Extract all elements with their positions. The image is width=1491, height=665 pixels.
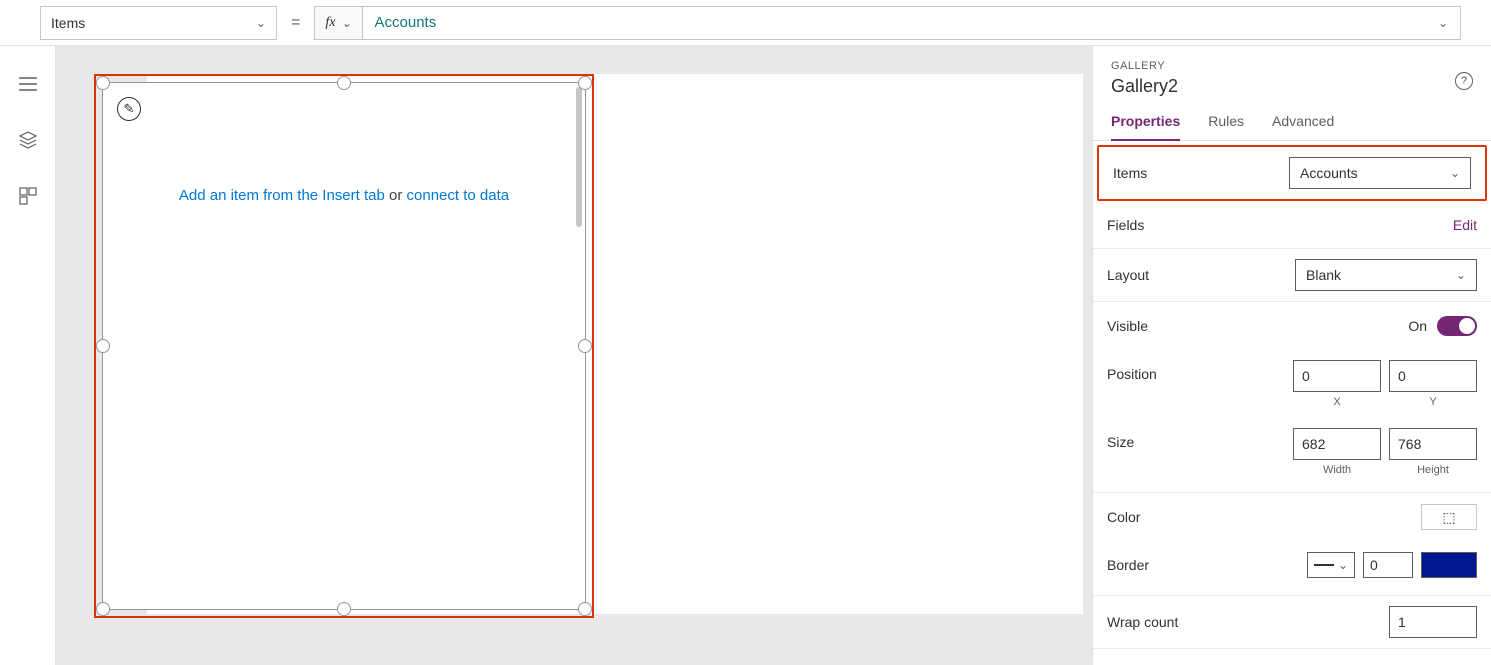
panel-tabs: Properties Rules Advanced	[1093, 97, 1491, 141]
border-color-picker[interactable]	[1421, 552, 1477, 578]
wrap-value: 1	[1398, 614, 1406, 630]
position-row: Position 0 X 0 Y	[1093, 350, 1491, 418]
tab-advanced[interactable]: Advanced	[1272, 113, 1334, 140]
fields-label: Fields	[1107, 217, 1144, 233]
border-style-dropdown[interactable]: ⌄	[1307, 552, 1355, 578]
size-height-input[interactable]: 768	[1389, 428, 1477, 460]
paint-bucket-icon: ⬚	[1442, 509, 1455, 526]
position-inputs: 0 X 0 Y	[1293, 360, 1477, 408]
items-value: Accounts	[1300, 165, 1358, 181]
color-picker[interactable]: ⬚	[1421, 504, 1477, 530]
size-row: Size 682 Width 768 Height	[1093, 418, 1491, 486]
hamburger-icon[interactable]	[18, 74, 38, 94]
chevron-down-icon: ⌄	[1438, 16, 1448, 30]
color-section: Color ⬚ Border ⌄ 0	[1093, 493, 1491, 596]
chevron-down-icon: ⌄	[1338, 558, 1348, 572]
border-line-icon	[1314, 564, 1334, 566]
visible-row: Visible On	[1093, 302, 1491, 350]
resize-handle[interactable]	[337, 76, 351, 90]
canvas-area[interactable]: ✎ Add an item from the Insert tab or con…	[56, 46, 1092, 665]
chevron-down-icon: ⌄	[1450, 166, 1460, 180]
size-h-value: 768	[1398, 436, 1421, 452]
resize-handle[interactable]	[337, 602, 351, 616]
visible-label: Visible	[1107, 318, 1148, 334]
resize-handle[interactable]	[96, 602, 110, 616]
fields-edit-link[interactable]: Edit	[1453, 217, 1477, 233]
visible-toggle-wrap: On	[1408, 316, 1477, 336]
equals-sign: =	[291, 14, 300, 32]
position-y-value: 0	[1398, 368, 1406, 384]
resize-handle[interactable]	[96, 339, 110, 353]
border-width-value: 0	[1370, 557, 1378, 573]
items-row: Items Accounts ⌄	[1097, 145, 1487, 201]
visible-state: On	[1408, 318, 1427, 334]
wrap-label: Wrap count	[1107, 614, 1178, 630]
wrap-row: Wrap count 1	[1093, 596, 1491, 649]
property-label: Items	[51, 15, 85, 31]
formula-bar: Items ⌄ = fx ⌄ Accounts ⌄	[0, 0, 1491, 46]
edit-pencil-icon[interactable]: ✎	[117, 97, 141, 121]
wrap-count-input[interactable]: 1	[1389, 606, 1477, 638]
chevron-down-icon: ⌄	[1456, 268, 1466, 282]
insert-link[interactable]: Add an item from the Insert tab	[179, 187, 385, 204]
help-icon[interactable]: ?	[1455, 72, 1473, 90]
layout-dropdown[interactable]: Blank ⌄	[1295, 259, 1477, 291]
control-type: GALLERY	[1111, 60, 1473, 72]
layers-icon[interactable]	[18, 130, 38, 150]
position-label: Position	[1107, 360, 1157, 382]
gallery-scrollbar[interactable]	[576, 87, 582, 227]
resize-handle[interactable]	[96, 76, 110, 90]
resize-handle[interactable]	[578, 339, 592, 353]
formula-input[interactable]: Accounts ⌄	[362, 6, 1461, 40]
toggle-knob	[1459, 318, 1475, 334]
control-name[interactable]: Gallery2	[1111, 76, 1473, 97]
layout-value: Blank	[1306, 267, 1341, 283]
panel-header: GALLERY Gallery2 ?	[1093, 46, 1491, 97]
chevron-down-icon: ⌄	[256, 16, 266, 30]
border-row: Border ⌄ 0	[1093, 541, 1491, 589]
resize-handle[interactable]	[578, 76, 592, 90]
position-x-value: 0	[1302, 368, 1310, 384]
items-dropdown[interactable]: Accounts ⌄	[1289, 157, 1471, 189]
left-rail	[0, 46, 56, 665]
layout-label: Layout	[1107, 267, 1149, 283]
position-x-input[interactable]: 0	[1293, 360, 1381, 392]
components-icon[interactable]	[18, 186, 38, 206]
height-sublabel: Height	[1417, 464, 1449, 476]
formula-value: Accounts	[375, 14, 437, 31]
gallery-empty-message: Add an item from the Insert tab or conne…	[103, 187, 585, 204]
width-sublabel: Width	[1323, 464, 1351, 476]
size-inputs: 682 Width 768 Height	[1293, 428, 1477, 476]
fields-row: Fields Edit	[1093, 201, 1491, 249]
gallery-selection[interactable]: ✎ Add an item from the Insert tab or con…	[94, 74, 594, 618]
visibility-section: Visible On Position 0 X 0 Y	[1093, 302, 1491, 493]
resize-handle[interactable]	[578, 602, 592, 616]
chevron-down-icon: ⌄	[341, 16, 351, 30]
size-label: Size	[1107, 428, 1134, 450]
items-label: Items	[1113, 165, 1147, 181]
property-dropdown[interactable]: Items ⌄	[40, 6, 277, 40]
layout-row: Layout Blank ⌄	[1093, 249, 1491, 302]
main-layout: ✎ Add an item from the Insert tab or con…	[0, 46, 1491, 665]
properties-panel: GALLERY Gallery2 ? Properties Rules Adva…	[1092, 46, 1491, 665]
size-w-value: 682	[1302, 436, 1325, 452]
x-sublabel: X	[1333, 396, 1340, 408]
tab-rules[interactable]: Rules	[1208, 113, 1244, 140]
gallery-control[interactable]: ✎ Add an item from the Insert tab or con…	[102, 82, 586, 610]
border-width-input[interactable]: 0	[1363, 552, 1413, 578]
color-label: Color	[1107, 509, 1140, 525]
size-width-input[interactable]: 682	[1293, 428, 1381, 460]
or-text: or	[385, 187, 407, 204]
fx-button[interactable]: fx ⌄	[314, 6, 361, 40]
fx-label: fx	[325, 15, 335, 31]
position-y-input[interactable]: 0	[1389, 360, 1477, 392]
y-sublabel: Y	[1429, 396, 1436, 408]
visible-toggle[interactable]	[1437, 316, 1477, 336]
border-label: Border	[1107, 557, 1149, 573]
tab-properties[interactable]: Properties	[1111, 113, 1180, 141]
connect-link[interactable]: connect to data	[407, 187, 510, 204]
color-row: Color ⬚	[1093, 493, 1491, 541]
